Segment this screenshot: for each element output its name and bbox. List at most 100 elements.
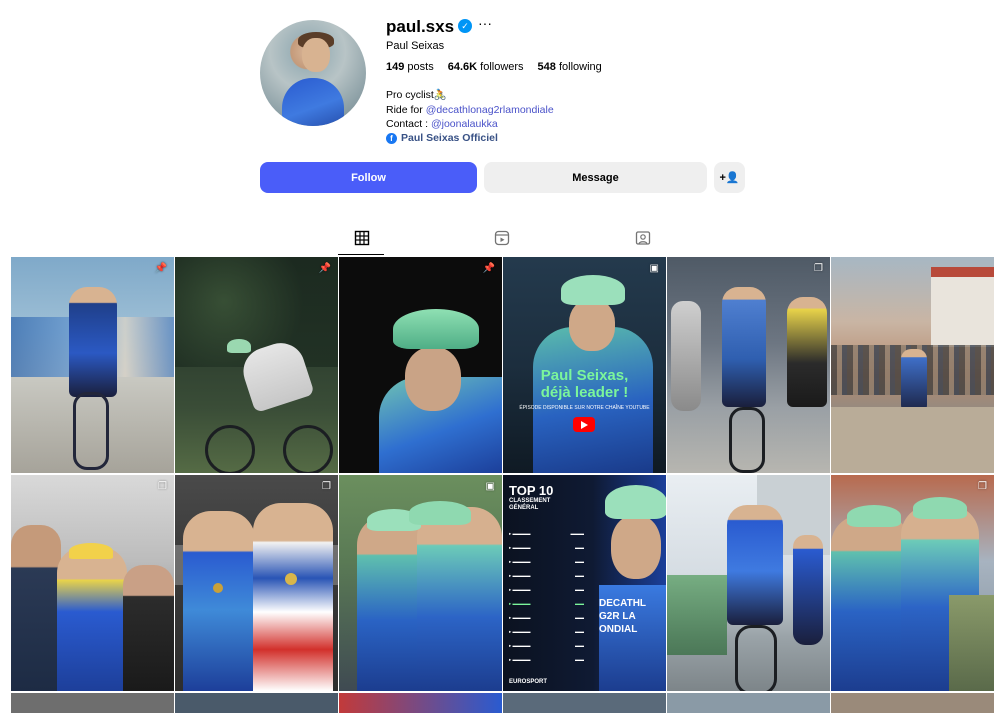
post-11[interactable] [667, 475, 830, 691]
rider-helmet [393, 309, 479, 349]
posts-label: posts [407, 61, 434, 73]
post-7[interactable]: ❐ [11, 475, 174, 691]
ranking-row: ▸ ▬▬▬▬ ▬▬ [509, 643, 584, 648]
post-9[interactable]: ▣ [339, 475, 502, 691]
message-button[interactable]: Message [484, 162, 707, 193]
post-18[interactable] [831, 693, 994, 713]
post-13[interactable] [11, 693, 174, 713]
episode-title-line-1: Paul Seixas, [540, 367, 629, 384]
following-stat[interactable]: 548 following [538, 61, 602, 73]
follow-button[interactable]: Follow [260, 162, 477, 193]
rider-face [569, 299, 615, 351]
post-4[interactable]: Paul Seixas, déjà leader ! ÉPISODE DISPO… [503, 257, 666, 473]
house [931, 267, 994, 347]
ranking-row: ▸ ▬▬▬▬ ▬▬▬ [509, 531, 584, 536]
post-6[interactable] [831, 257, 994, 473]
camera-operator [949, 595, 994, 691]
eurosport-logo: EUROSPORT [509, 679, 548, 685]
episode-title: Paul Seixas, déjà leader ! [503, 367, 666, 401]
medal [285, 573, 297, 585]
rider-figure [901, 349, 927, 415]
bike-wheel [729, 407, 765, 473]
reel-icon: ▣ [485, 481, 495, 492]
profile-avatar[interactable] [260, 20, 366, 126]
rider-figure [727, 505, 783, 625]
post-5[interactable]: ❐ [667, 257, 830, 473]
carousel-icon: ❐ [814, 263, 823, 274]
followers-stat[interactable]: 64.6K followers [448, 61, 524, 73]
post-15[interactable] [339, 693, 502, 713]
rider-figure [183, 511, 255, 691]
bio-line-1: Pro cyclist🚴 [386, 89, 447, 101]
rider-figure [57, 547, 127, 691]
bio-contact: Contact : [386, 118, 431, 130]
jersey-text-2: G2R LA [599, 611, 636, 622]
post-12[interactable]: ❐ [831, 475, 994, 691]
rider-helmet [227, 339, 251, 353]
post-2[interactable]: 📌 [175, 257, 338, 473]
person-figure [123, 565, 174, 691]
rider-helmet [847, 505, 901, 527]
post-14[interactable] [175, 693, 338, 713]
rider-figure [787, 297, 827, 407]
ranking-row: ▸ ▬▬▬▬ ▬▬ [509, 615, 584, 620]
top10-title: TOP 10 [509, 483, 554, 498]
profile-stats: 149 posts 64.6K followers 548 following [386, 61, 602, 73]
bio-ride-for: Ride for [386, 103, 426, 116]
youtube-icon [573, 417, 595, 432]
bike-wheel [283, 425, 333, 473]
rider-figure [793, 535, 823, 645]
post-16[interactable] [503, 693, 666, 713]
facebook-link[interactable]: f Paul Seixas Officiel [386, 132, 498, 144]
bio-line-3: Contact : @joonalaukka [386, 117, 554, 132]
contact-mention-link[interactable]: @joonalaukka [431, 118, 498, 130]
jersey-text-1: DECATHL [599, 598, 647, 609]
road [831, 407, 994, 473]
rider-jersey: DECATHL G2R LA ONDIAL [599, 585, 666, 691]
pinned-icon: 📌 [482, 263, 495, 274]
person-figure [11, 525, 61, 691]
ranking-row: ▸ ▬▬▬▬ ▬▬ [509, 657, 584, 662]
rider-helmet [605, 485, 666, 519]
bio-line-2: Ride for @decathlonag2rlamondiale [386, 103, 554, 118]
ranking-row: ▸ ▬▬▬▬ ▬▬ [509, 573, 584, 578]
verified-badge-icon: ✓ [458, 19, 472, 33]
rider-face [405, 347, 461, 411]
top10-subtitle-2: GÉNÉRAL [509, 505, 539, 511]
ranking-row: ▸ ▬▬▬▬ ▬▬ [509, 587, 584, 592]
top10-subtitle-1: CLASSEMENT [509, 498, 551, 504]
episode-title-line-2: déjà leader ! [540, 384, 629, 401]
carousel-icon: ❐ [322, 481, 331, 492]
post-10[interactable]: TOP 10 CLASSEMENT GÉNÉRAL ▸ ▬▬▬▬ ▬▬▬ ▸ ▬▬… [503, 475, 666, 691]
following-label: following [558, 61, 602, 73]
suggested-users-button[interactable]: +👤 [714, 162, 745, 193]
profile-full-name: Paul Seixas [386, 40, 445, 52]
avatar-jersey [282, 78, 344, 126]
team-mention-link[interactable]: @decathlonag2rlamondiale [426, 104, 554, 116]
rider-figure [253, 503, 333, 691]
reels-icon[interactable] [494, 230, 510, 246]
profile-bio: Pro cyclist🚴 Ride for @decathlonag2rlamo… [386, 88, 554, 132]
followers-label: followers [480, 61, 524, 73]
rider-figure [417, 507, 502, 691]
more-options-icon[interactable]: ··· [478, 15, 492, 31]
bike-wheel [735, 625, 777, 691]
tagged-icon[interactable] [635, 230, 651, 246]
post-17[interactable] [667, 693, 830, 713]
post-3[interactable]: 📌 [339, 257, 502, 473]
active-tab-indicator [338, 254, 384, 255]
grid-icon[interactable] [354, 230, 370, 246]
post-8[interactable]: ❐ [175, 475, 338, 691]
posts-stat: 149 posts [386, 61, 434, 73]
post-1[interactable]: 📌 [11, 257, 174, 473]
profile-username: paul.sxs [386, 17, 455, 36]
posts-count: 149 [386, 61, 405, 73]
jersey-text-3: ONDIAL [599, 624, 638, 635]
ranking-row: ▸ ▬▬▬▬ ▬▬ [509, 545, 584, 550]
rider-face [611, 515, 661, 579]
bike-wheel [205, 425, 255, 473]
carousel-icon: ❐ [978, 481, 987, 492]
bike-figure [73, 392, 109, 470]
rider-cap [69, 543, 113, 559]
rider-figure [69, 287, 117, 397]
